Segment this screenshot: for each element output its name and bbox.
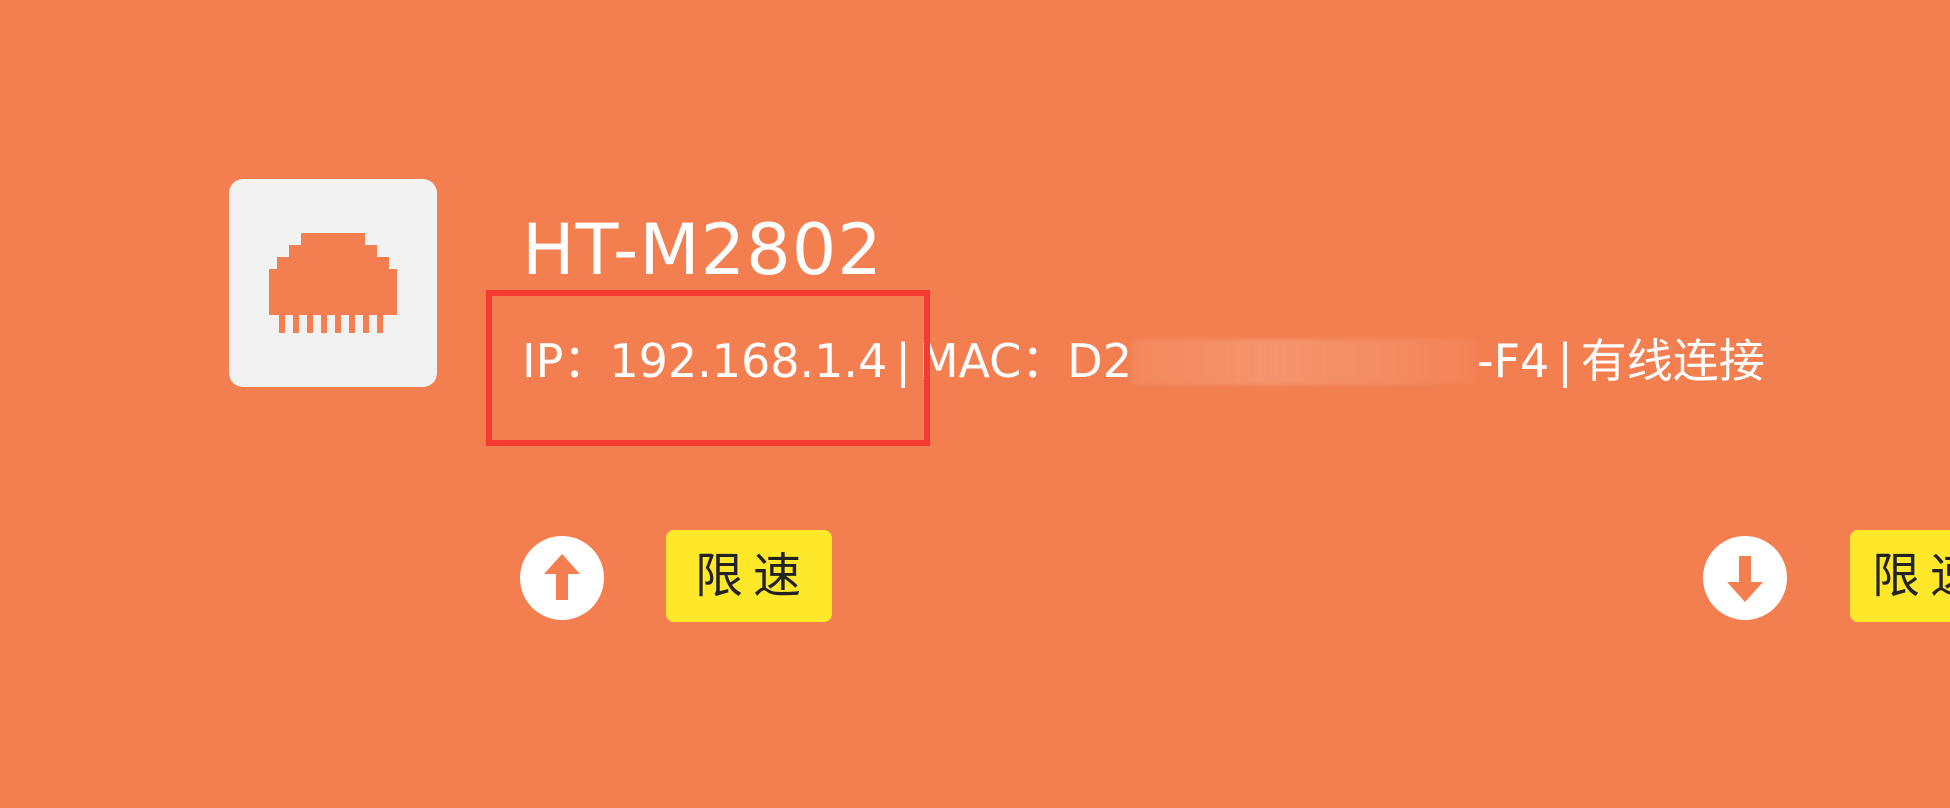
- ethernet-port-icon: [269, 233, 397, 333]
- download-limit-button[interactable]: 限速: [1850, 530, 1950, 622]
- download-arrow-icon: [1703, 536, 1787, 620]
- mac-redaction: [1131, 339, 1477, 385]
- upload-limit-button[interactable]: 限速: [666, 530, 832, 622]
- device-icon-box: [229, 179, 437, 387]
- mac-suffix: -F4: [1476, 334, 1550, 388]
- mac-label: MAC：: [918, 334, 1068, 388]
- device-card: HT-M2802 IP：192.168.1.4 | MAC：D2 -F4 | 有线连接 限…: [0, 0, 1950, 808]
- rate-limit-row: 限速 限速: [0, 530, 1950, 630]
- upload-arrow-icon: [520, 536, 604, 620]
- connection-type: 有线连接: [1580, 334, 1765, 388]
- device-name: HT-M2802: [522, 209, 883, 291]
- ip-highlight-box: [486, 290, 930, 446]
- mac-prefix: D2: [1067, 334, 1132, 388]
- info-separator-2: |: [1557, 334, 1573, 388]
